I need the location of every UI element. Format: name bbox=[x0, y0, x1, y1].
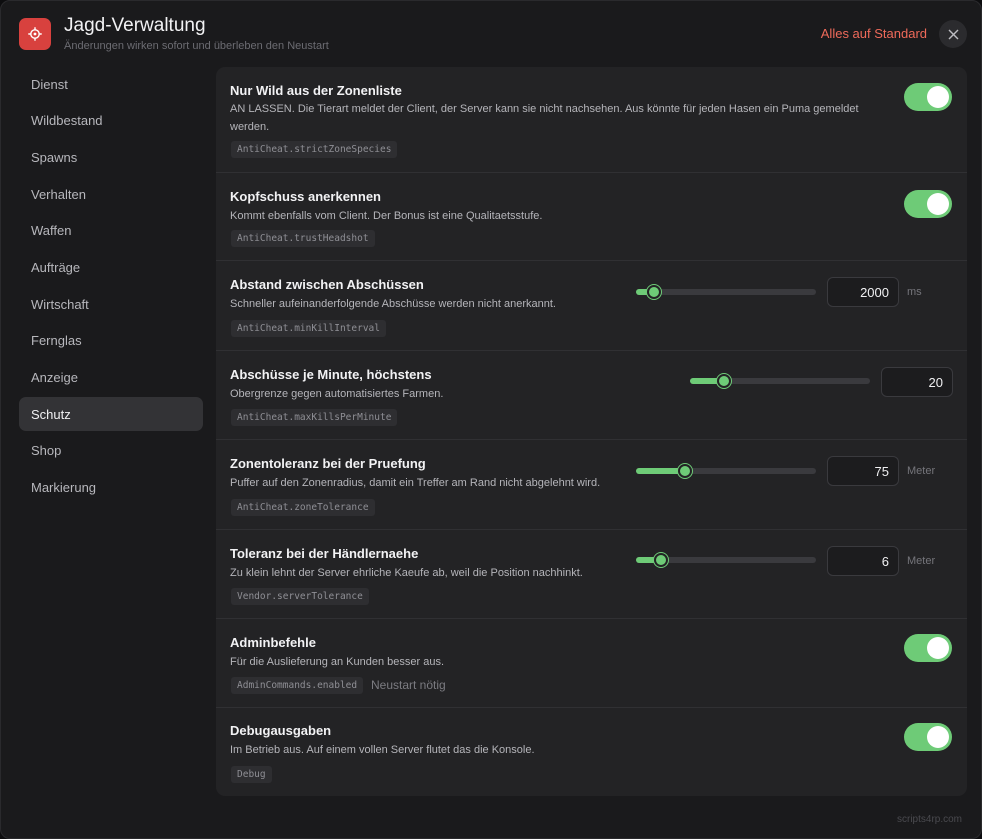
unit-label: Meter bbox=[907, 465, 936, 477]
sidebar-item-label: Verhalten bbox=[31, 186, 86, 202]
sidebar-item-wirtschaft[interactable]: Wirtschaft bbox=[19, 287, 203, 321]
toggle-switch[interactable] bbox=[904, 634, 952, 662]
setting-title: Abschüsse je Minute, höchstens bbox=[230, 367, 432, 382]
sidebar-item-shop[interactable]: Shop bbox=[19, 434, 203, 468]
sidebar-item-label: Waffen bbox=[31, 223, 72, 239]
app-title: Jagd-Verwaltung bbox=[64, 15, 206, 36]
toggle-switch[interactable] bbox=[904, 83, 952, 111]
close-icon bbox=[948, 29, 958, 39]
setting-description: Für die Auslieferung an Kunden besser au… bbox=[230, 656, 445, 668]
setting-title: Toleranz bei der Händlernaehe bbox=[230, 546, 419, 561]
setting-title: Adminbefehle bbox=[230, 635, 316, 650]
setting-row: Abschüsse je Minute, höchstens Obergrenz… bbox=[216, 351, 967, 440]
sidebar-item-label: Wirtschaft bbox=[31, 296, 89, 312]
toggle-switch[interactable] bbox=[904, 723, 952, 751]
header: Jagd-Verwaltung Änderungen wirken sofort… bbox=[1, 1, 981, 67]
setting-key: Vendor.serverTolerance bbox=[231, 588, 369, 605]
settings-panel: Nur Wild aus der Zonenliste AN LASSEN. D… bbox=[216, 67, 967, 796]
slider-thumb[interactable] bbox=[647, 285, 661, 299]
slider-thumb[interactable] bbox=[654, 553, 668, 567]
toggle-knob bbox=[927, 637, 949, 659]
sidebar-item-label: Dienst bbox=[31, 76, 68, 92]
sidebar-item-label: Schutz bbox=[31, 406, 71, 422]
value-input[interactable] bbox=[827, 277, 899, 307]
setting-row: Abstand zwischen Abschüssen Schneller au… bbox=[216, 261, 967, 351]
sidebar-item-dienst[interactable]: Dienst bbox=[19, 67, 203, 101]
setting-row: Debugausgaben Im Betrieb aus. Auf einem … bbox=[216, 708, 967, 796]
slider[interactable] bbox=[690, 374, 870, 388]
unit-label: ms bbox=[907, 286, 922, 298]
restart-required-note: Neustart nötig bbox=[371, 678, 446, 692]
slider[interactable] bbox=[636, 464, 816, 478]
setting-key: AntiCheat.zoneTolerance bbox=[231, 499, 375, 516]
setting-row: Zonentoleranz bei der Pruefung Puffer au… bbox=[216, 440, 967, 530]
toggle-switch[interactable] bbox=[904, 190, 952, 218]
sidebar-item-markierung[interactable]: Markierung bbox=[19, 471, 203, 505]
unit-label: Meter bbox=[907, 555, 936, 567]
sidebar-item-verhalten[interactable]: Verhalten bbox=[19, 177, 203, 211]
slider[interactable] bbox=[636, 553, 816, 567]
setting-key: AntiCheat.maxKillsPerMinute bbox=[231, 409, 398, 426]
setting-description: Zu klein lehnt der Server ehrliche Kaeuf… bbox=[230, 567, 583, 579]
value-input[interactable] bbox=[827, 456, 899, 486]
app-icon bbox=[19, 18, 51, 50]
sidebar-item-schutz[interactable]: Schutz bbox=[19, 397, 203, 432]
setting-title: Zonentoleranz bei der Pruefung bbox=[230, 456, 426, 471]
setting-key: AntiCheat.minKillInterval bbox=[231, 320, 386, 337]
sidebar-item-spawns[interactable]: Spawns bbox=[19, 140, 203, 174]
sidebar-item-label: Anzeige bbox=[31, 370, 78, 385]
settings-window: Jagd-Verwaltung Änderungen wirken sofort… bbox=[0, 0, 982, 839]
setting-description-line: werden. bbox=[230, 121, 270, 133]
app-subtitle: Änderungen wirken sofort und überleben d… bbox=[64, 40, 329, 52]
sidebar-item-label: Markierung bbox=[31, 480, 97, 496]
setting-row: Toleranz bei der Händlernaehe Zu klein l… bbox=[216, 530, 967, 619]
sidebar-item-label: Spawns bbox=[31, 149, 78, 165]
close-button[interactable] bbox=[939, 20, 967, 48]
value-input[interactable] bbox=[881, 367, 953, 397]
sidebar-item-waffen[interactable]: Waffen bbox=[19, 214, 203, 248]
slider-thumb[interactable] bbox=[678, 464, 692, 478]
setting-description: Kommt ebenfalls vom Client. Der Bonus is… bbox=[230, 210, 543, 222]
setting-description: Im Betrieb aus. Auf einem vollen Server … bbox=[230, 744, 535, 756]
value-input[interactable] bbox=[827, 546, 899, 576]
setting-key: AntiCheat.strictZoneSpecies bbox=[231, 141, 398, 158]
reset-all-button[interactable]: Alles auf Standard bbox=[821, 26, 927, 41]
sidebar-item-fernglas[interactable]: Fernglas bbox=[19, 324, 203, 358]
setting-row: Kopfschuss anerkennen Kommt ebenfalls vo… bbox=[216, 173, 967, 261]
sidebar-item-wildbestand[interactable]: Wildbestand bbox=[19, 104, 203, 138]
setting-description: Puffer auf den Zonenradius, damit ein Tr… bbox=[230, 477, 601, 489]
sidebar-item-label: Aufträge bbox=[31, 259, 81, 275]
sidebar-item-label: Fernglas bbox=[31, 333, 82, 349]
toggle-knob bbox=[927, 726, 949, 748]
gear-icon bbox=[28, 27, 42, 41]
sidebar-item-auftraege[interactable]: Aufträge bbox=[19, 250, 203, 284]
setting-key: AntiCheat.trustHeadshot bbox=[231, 230, 375, 247]
brand-footer: scripts4rp.com bbox=[896, 814, 962, 825]
setting-key: AdminCommands.enabled bbox=[231, 677, 364, 694]
sidebar-item-anzeige[interactable]: Anzeige bbox=[19, 361, 203, 395]
setting-title: Kopfschuss anerkennen bbox=[230, 189, 381, 204]
sidebar: Dienst Wildbestand Spawns Verhalten Waff… bbox=[19, 67, 203, 507]
sidebar-item-label: Shop bbox=[31, 443, 62, 459]
sidebar-item-label: Wildbestand bbox=[31, 113, 103, 129]
slider-thumb[interactable] bbox=[717, 374, 731, 388]
setting-description: Schneller aufeinanderfolgende Abschüsse … bbox=[230, 298, 556, 310]
slider[interactable] bbox=[636, 285, 816, 299]
setting-description: Obergrenze gegen automatisiertes Farmen. bbox=[230, 388, 444, 400]
setting-title: Nur Wild aus der Zonenliste bbox=[230, 83, 402, 98]
setting-row: Nur Wild aus der Zonenliste AN LASSEN. D… bbox=[216, 67, 967, 173]
setting-description: AN LASSEN. Die Tierart meldet der Client… bbox=[230, 100, 859, 136]
setting-title: Abstand zwischen Abschüssen bbox=[230, 277, 424, 292]
setting-description-line: AN LASSEN. Die Tierart meldet der Client… bbox=[230, 103, 859, 115]
setting-key: Debug bbox=[231, 766, 272, 783]
toggle-knob bbox=[927, 86, 949, 108]
setting-title: Debugausgaben bbox=[230, 723, 332, 738]
toggle-knob bbox=[927, 193, 949, 215]
setting-row: Adminbefehle Für die Auslieferung an Kun… bbox=[216, 619, 967, 708]
